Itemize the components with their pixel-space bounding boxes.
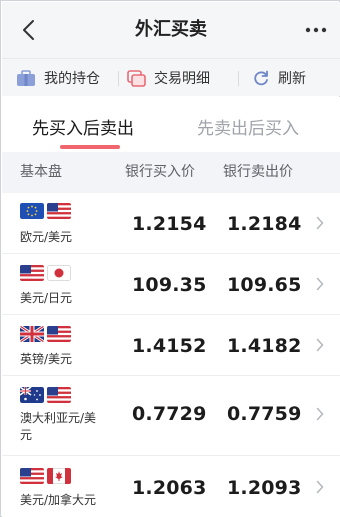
column-header-bank-sell: 银行卖出价 [223, 164, 293, 180]
chevron-right-icon [316, 277, 324, 291]
us-flag-icon [47, 387, 71, 403]
bank-sell-price: 1.4182 [227, 335, 302, 357]
records-icon [127, 69, 146, 87]
bank-buy-price: 109.35 [132, 274, 207, 296]
eu-flag-icon [20, 203, 44, 219]
column-header-bank-buy: 银行买入价 [125, 164, 195, 180]
tab-buy-first[interactable]: 先买入后卖出 [32, 114, 134, 139]
chevron-right-icon [316, 480, 324, 494]
us-flag-icon [20, 265, 44, 281]
table-row[interactable]: 澳大利亚元/美 元 0.7729 0.7759 [2, 376, 340, 456]
currency-flags [20, 468, 71, 484]
table-row[interactable]: 欧元/美元 1.2154 1.2184 [2, 193, 340, 254]
trade-mode-tabs: 先买入后卖出 先卖出后买入 [2, 97, 340, 152]
nav-bar: 外汇买卖 [2, 2, 340, 58]
table-row[interactable]: 美元/加拿大元 1.2063 1.2093 [2, 456, 340, 517]
currency-flags [20, 203, 71, 219]
ca-flag-icon [47, 468, 71, 484]
currency-pair-label-line: 元 [20, 428, 33, 442]
currency-flags [20, 387, 71, 403]
us-flag-icon [47, 203, 71, 219]
bank-buy-price: 1.2063 [132, 477, 207, 499]
currency-pair-label: 美元/日元 [20, 291, 73, 305]
currency-pair-label: 美元/加拿大元 [20, 493, 97, 507]
transaction-details-label: 交易明细 [154, 71, 210, 87]
refresh-button[interactable]: 刷新 [252, 59, 306, 97]
table-header: 基本盘 银行买入价 银行卖出价 [2, 152, 340, 193]
transaction-details-button[interactable]: 交易明细 [127, 59, 210, 97]
currency-pair-label-line: 澳大利亚元/美 [20, 411, 97, 425]
currency-flags [20, 326, 71, 342]
bank-sell-price: 109.65 [227, 274, 302, 296]
currency-pair-label: 英镑/美元 [20, 352, 73, 366]
portfolio-icon [17, 69, 35, 86]
bank-sell-price: 0.7759 [227, 403, 302, 425]
bank-sell-price: 1.2184 [227, 213, 302, 235]
active-tab-indicator [60, 145, 120, 149]
page-title: 外汇买卖 [135, 19, 207, 40]
table-row[interactable]: 美元/日元 109.35 109.65 [2, 254, 340, 315]
currency-pair-label: 澳大利亚元/美 元 [20, 410, 96, 444]
bank-sell-price: 1.2093 [227, 477, 302, 499]
chevron-right-icon [316, 216, 324, 230]
au-flag-icon [20, 387, 44, 403]
currency-pair-label: 欧元/美元 [20, 230, 73, 244]
bank-buy-price: 1.4152 [132, 335, 207, 357]
my-holdings-button[interactable]: 我的持仓 [16, 59, 100, 97]
chevron-right-icon [316, 338, 324, 352]
tab-sell-first[interactable]: 先卖出后买入 [197, 114, 299, 139]
toolbar-divider [238, 71, 239, 86]
chevron-right-icon [316, 407, 324, 421]
bank-buy-price: 0.7729 [132, 403, 207, 425]
refresh-icon [254, 70, 268, 86]
app-frame: 外汇买卖 我的持仓 交易明细 刷新 先买入后卖出 先卖出后买入 基本盘 银行买入… [0, 0, 340, 517]
toolbar-divider [118, 71, 119, 86]
toolbar: 我的持仓 交易明细 刷新 [2, 58, 340, 96]
us-flag-icon [47, 326, 71, 342]
more-dots-icon[interactable] [302, 17, 330, 43]
my-holdings-label: 我的持仓 [44, 71, 100, 87]
jp-flag-icon [47, 265, 71, 281]
bank-buy-price: 1.2154 [132, 213, 207, 235]
us-flag-icon [20, 468, 44, 484]
currency-flags [20, 265, 71, 281]
table-row[interactable]: 英镑/美元 1.4152 1.4182 [2, 315, 340, 376]
refresh-label: 刷新 [278, 71, 306, 87]
uk-flag-icon [20, 326, 44, 342]
column-header-pair: 基本盘 [20, 164, 62, 180]
